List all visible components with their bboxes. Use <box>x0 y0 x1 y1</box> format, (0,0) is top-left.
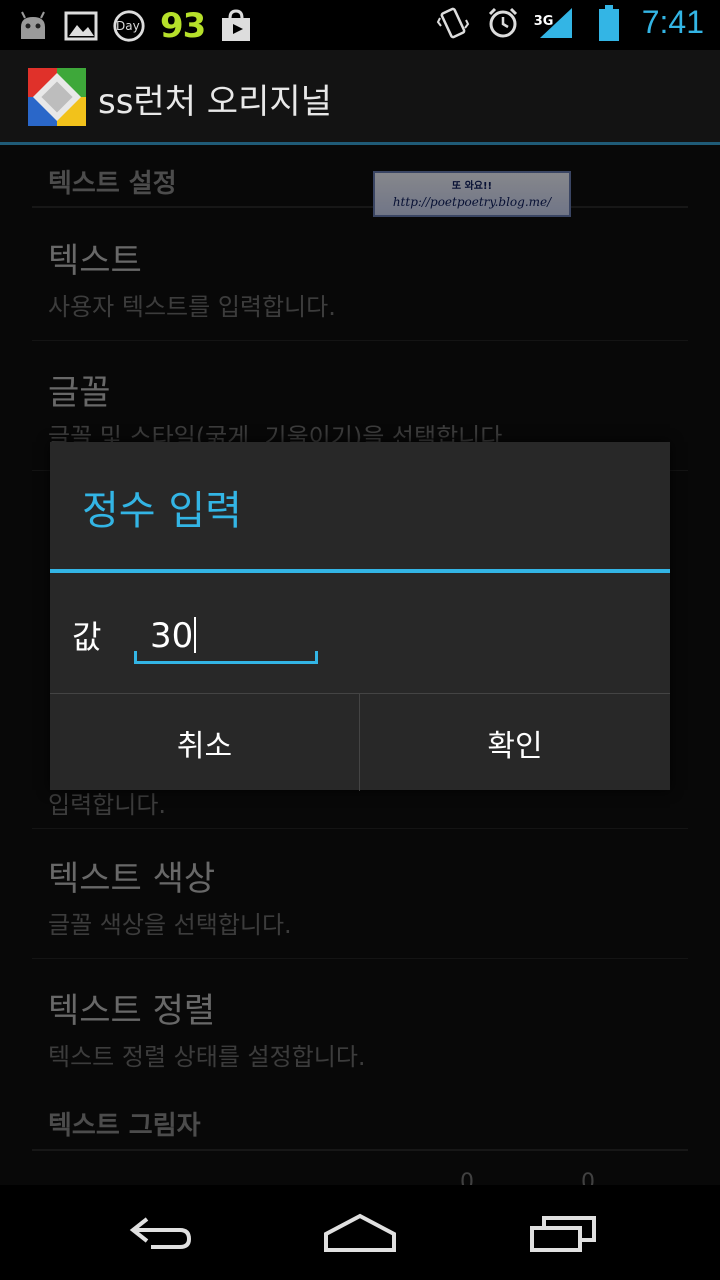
battery-number: 93 <box>160 6 206 46</box>
vibrate-icon <box>436 6 470 40</box>
app-logo-icon[interactable] <box>28 68 86 126</box>
value-input[interactable]: 30 <box>134 606 318 664</box>
status-bar: Day 93 3G 7:41 <box>0 0 720 50</box>
action-bar: ss런처 오리지널 <box>0 50 720 145</box>
clock: 7:41 <box>641 4 704 40</box>
signal-icon: 3G <box>533 6 576 40</box>
ok-button[interactable]: 확인 <box>360 694 670 791</box>
dialog-title-divider <box>50 569 670 573</box>
back-icon[interactable] <box>100 1203 220 1263</box>
day-calendar-icon: Day <box>112 9 146 43</box>
network-type: 3G <box>533 13 554 29</box>
value-label: 값 <box>72 618 102 656</box>
input-underline-tick <box>134 651 137 661</box>
app-title: ss런처 오리지널 <box>98 82 332 122</box>
dialog-title: 정수 입력 <box>82 488 242 534</box>
integer-input-dialog: 정수 입력 값 30 취소 확인 <box>50 442 670 791</box>
dialog-button-bar: 취소 확인 <box>50 693 670 791</box>
alarm-clock-icon <box>486 6 520 40</box>
navigation-bar <box>0 1185 720 1280</box>
value-input-text: 30 <box>150 616 194 656</box>
day-label: Day <box>116 19 140 33</box>
android-robot-icon <box>16 9 50 43</box>
cancel-button[interactable]: 취소 <box>50 694 360 791</box>
input-underline-tick <box>315 651 318 661</box>
battery-icon <box>592 4 626 41</box>
image-icon <box>64 9 98 43</box>
bag-download-icon <box>219 9 253 43</box>
home-icon[interactable] <box>300 1203 420 1263</box>
text-cursor <box>194 617 197 653</box>
recent-apps-icon[interactable] <box>504 1203 624 1263</box>
